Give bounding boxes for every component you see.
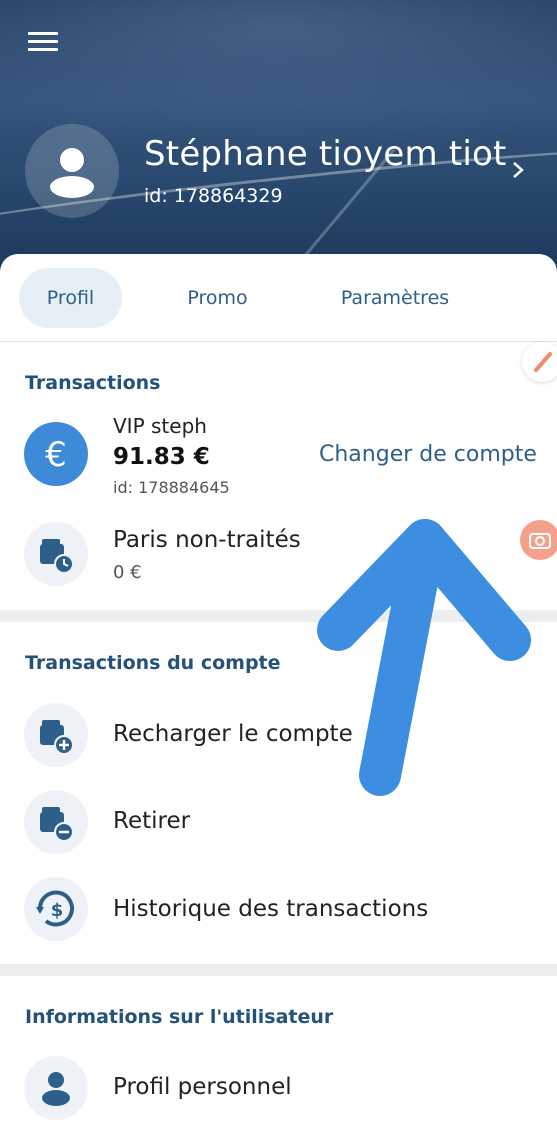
svg-text:$: $ bbox=[51, 900, 64, 921]
tab-profil[interactable]: Profil bbox=[19, 268, 122, 328]
section-divider bbox=[0, 610, 557, 622]
user-avatar-icon bbox=[50, 148, 94, 198]
avatar[interactable] bbox=[25, 124, 119, 218]
recharge-account-item[interactable]: Recharger le compte bbox=[113, 721, 353, 747]
profile-header: Stéphane tioyem tiot id: 178864329 bbox=[0, 0, 557, 290]
wallet-plus-icon bbox=[40, 720, 74, 755]
account-name: VIP steph bbox=[113, 414, 207, 438]
section-title-user-info: Informations sur l'utilisateur bbox=[25, 1006, 334, 1028]
wallet-minus-icon bbox=[40, 807, 74, 842]
section-title-account-transactions: Transactions du compte bbox=[25, 652, 281, 674]
withdraw-icon-wrap bbox=[24, 790, 88, 854]
svg-text:€: € bbox=[45, 435, 67, 475]
wallet-clock-icon bbox=[40, 539, 74, 574]
account-balance: 91.83 € bbox=[113, 444, 210, 470]
user-id: id: 178864329 bbox=[144, 185, 283, 207]
brush-icon bbox=[534, 352, 552, 372]
chevron-right-icon[interactable] bbox=[508, 160, 528, 180]
tab-bar: Profil Promo Paramètres bbox=[0, 254, 557, 342]
user-icon bbox=[42, 1072, 70, 1106]
section-title-transactions: Transactions bbox=[25, 372, 161, 394]
personal-profile-icon-wrap bbox=[24, 1056, 88, 1120]
pending-bets-icon-wrap bbox=[24, 522, 88, 586]
section-divider bbox=[0, 964, 557, 976]
camera-float-button[interactable] bbox=[520, 520, 557, 560]
brush-float-button[interactable] bbox=[522, 342, 557, 382]
withdraw-item[interactable]: Retirer bbox=[113, 808, 190, 834]
account-id: id: 178884645 bbox=[113, 478, 230, 497]
user-name[interactable]: Stéphane tioyem tiot bbox=[144, 134, 507, 174]
history-dollar-icon: $ bbox=[36, 890, 74, 927]
hamburger-menu-icon[interactable] bbox=[28, 30, 60, 54]
tab-promo[interactable]: Promo bbox=[170, 268, 265, 328]
personal-profile-item[interactable]: Profil personnel bbox=[113, 1074, 292, 1100]
camera-icon bbox=[529, 533, 551, 549]
change-account-button[interactable]: Changer de compte bbox=[319, 442, 537, 467]
pending-bets-label[interactable]: Paris non-traités bbox=[113, 527, 301, 553]
account-euro-icon: € bbox=[24, 422, 88, 486]
pending-bets-value: 0 € bbox=[113, 562, 142, 583]
tab-parametres[interactable]: Paramètres bbox=[320, 268, 470, 328]
recharge-icon-wrap bbox=[24, 703, 88, 767]
transaction-history-item[interactable]: Historique des transactions bbox=[113, 896, 428, 922]
history-icon-wrap: $ bbox=[24, 877, 88, 941]
